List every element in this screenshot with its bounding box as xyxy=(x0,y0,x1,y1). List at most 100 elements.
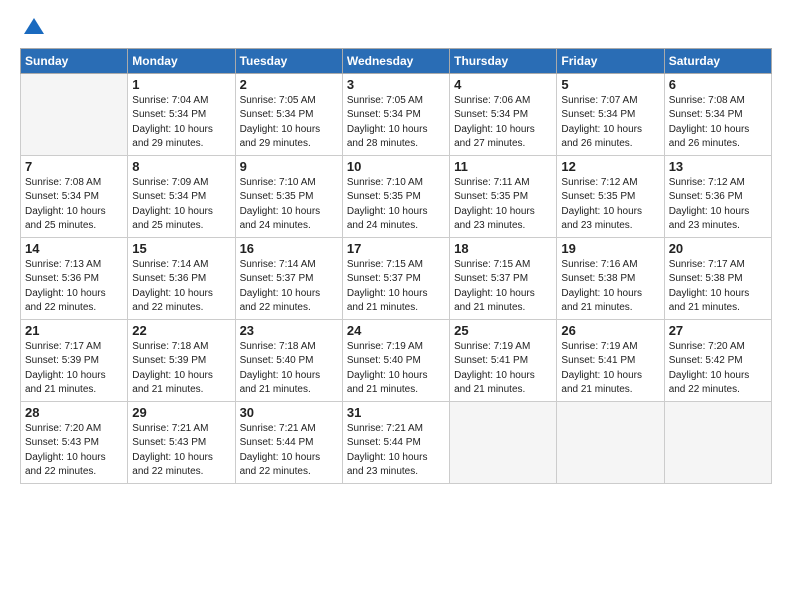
day-number: 23 xyxy=(240,323,338,338)
cell-info: Sunrise: 7:20 AMSunset: 5:42 PMDaylight:… xyxy=(669,341,750,396)
calendar-cell: 23 Sunrise: 7:18 AMSunset: 5:40 PMDaylig… xyxy=(235,319,342,401)
cell-info: Sunrise: 7:13 AMSunset: 5:36 PMDaylight:… xyxy=(25,259,106,314)
calendar-cell xyxy=(664,401,771,483)
calendar-cell: 2 Sunrise: 7:05 AMSunset: 5:34 PMDayligh… xyxy=(235,73,342,155)
calendar-week-row: 1 Sunrise: 7:04 AMSunset: 5:34 PMDayligh… xyxy=(21,73,772,155)
day-number: 7 xyxy=(25,159,123,174)
calendar-cell xyxy=(557,401,664,483)
calendar-week-row: 14 Sunrise: 7:13 AMSunset: 5:36 PMDaylig… xyxy=(21,237,772,319)
logo-icon xyxy=(22,16,46,40)
day-number: 1 xyxy=(132,77,230,92)
day-number: 18 xyxy=(454,241,552,256)
cell-info: Sunrise: 7:10 AMSunset: 5:35 PMDaylight:… xyxy=(347,177,428,232)
weekday-header-cell: Saturday xyxy=(664,48,771,73)
calendar-body: 1 Sunrise: 7:04 AMSunset: 5:34 PMDayligh… xyxy=(21,73,772,483)
cell-info: Sunrise: 7:10 AMSunset: 5:35 PMDaylight:… xyxy=(240,177,321,232)
calendar-cell: 5 Sunrise: 7:07 AMSunset: 5:34 PMDayligh… xyxy=(557,73,664,155)
cell-info: Sunrise: 7:21 AMSunset: 5:43 PMDaylight:… xyxy=(132,423,213,478)
calendar-cell: 28 Sunrise: 7:20 AMSunset: 5:43 PMDaylig… xyxy=(21,401,128,483)
calendar-cell: 4 Sunrise: 7:06 AMSunset: 5:34 PMDayligh… xyxy=(450,73,557,155)
day-number: 4 xyxy=(454,77,552,92)
weekday-header-cell: Friday xyxy=(557,48,664,73)
day-number: 17 xyxy=(347,241,445,256)
calendar-cell: 15 Sunrise: 7:14 AMSunset: 5:36 PMDaylig… xyxy=(128,237,235,319)
calendar-cell: 20 Sunrise: 7:17 AMSunset: 5:38 PMDaylig… xyxy=(664,237,771,319)
weekday-header-row: SundayMondayTuesdayWednesdayThursdayFrid… xyxy=(21,48,772,73)
logo xyxy=(20,16,46,42)
cell-info: Sunrise: 7:19 AMSunset: 5:41 PMDaylight:… xyxy=(561,341,642,396)
cell-info: Sunrise: 7:14 AMSunset: 5:36 PMDaylight:… xyxy=(132,259,213,314)
calendar-cell: 24 Sunrise: 7:19 AMSunset: 5:40 PMDaylig… xyxy=(342,319,449,401)
weekday-header-cell: Sunday xyxy=(21,48,128,73)
cell-info: Sunrise: 7:09 AMSunset: 5:34 PMDaylight:… xyxy=(132,177,213,232)
cell-info: Sunrise: 7:18 AMSunset: 5:40 PMDaylight:… xyxy=(240,341,321,396)
weekday-header-cell: Wednesday xyxy=(342,48,449,73)
calendar-cell: 7 Sunrise: 7:08 AMSunset: 5:34 PMDayligh… xyxy=(21,155,128,237)
calendar-week-row: 7 Sunrise: 7:08 AMSunset: 5:34 PMDayligh… xyxy=(21,155,772,237)
weekday-header-cell: Tuesday xyxy=(235,48,342,73)
cell-info: Sunrise: 7:08 AMSunset: 5:34 PMDaylight:… xyxy=(25,177,106,232)
cell-info: Sunrise: 7:12 AMSunset: 5:35 PMDaylight:… xyxy=(561,177,642,232)
calendar-cell: 14 Sunrise: 7:13 AMSunset: 5:36 PMDaylig… xyxy=(21,237,128,319)
calendar-cell: 3 Sunrise: 7:05 AMSunset: 5:34 PMDayligh… xyxy=(342,73,449,155)
day-number: 11 xyxy=(454,159,552,174)
cell-info: Sunrise: 7:15 AMSunset: 5:37 PMDaylight:… xyxy=(347,259,428,314)
day-number: 21 xyxy=(25,323,123,338)
day-number: 29 xyxy=(132,405,230,420)
calendar-cell: 22 Sunrise: 7:18 AMSunset: 5:39 PMDaylig… xyxy=(128,319,235,401)
calendar-cell: 21 Sunrise: 7:17 AMSunset: 5:39 PMDaylig… xyxy=(21,319,128,401)
weekday-header-cell: Monday xyxy=(128,48,235,73)
cell-info: Sunrise: 7:16 AMSunset: 5:38 PMDaylight:… xyxy=(561,259,642,314)
cell-info: Sunrise: 7:04 AMSunset: 5:34 PMDaylight:… xyxy=(132,95,213,150)
cell-info: Sunrise: 7:11 AMSunset: 5:35 PMDaylight:… xyxy=(454,177,535,232)
day-number: 31 xyxy=(347,405,445,420)
calendar-week-row: 21 Sunrise: 7:17 AMSunset: 5:39 PMDaylig… xyxy=(21,319,772,401)
cell-info: Sunrise: 7:17 AMSunset: 5:39 PMDaylight:… xyxy=(25,341,106,396)
calendar-week-row: 28 Sunrise: 7:20 AMSunset: 5:43 PMDaylig… xyxy=(21,401,772,483)
cell-info: Sunrise: 7:05 AMSunset: 5:34 PMDaylight:… xyxy=(240,95,321,150)
calendar-cell: 9 Sunrise: 7:10 AMSunset: 5:35 PMDayligh… xyxy=(235,155,342,237)
day-number: 13 xyxy=(669,159,767,174)
day-number: 12 xyxy=(561,159,659,174)
calendar-cell: 6 Sunrise: 7:08 AMSunset: 5:34 PMDayligh… xyxy=(664,73,771,155)
calendar-cell: 31 Sunrise: 7:21 AMSunset: 5:44 PMDaylig… xyxy=(342,401,449,483)
weekday-header-cell: Thursday xyxy=(450,48,557,73)
calendar-cell xyxy=(450,401,557,483)
day-number: 19 xyxy=(561,241,659,256)
calendar-cell: 25 Sunrise: 7:19 AMSunset: 5:41 PMDaylig… xyxy=(450,319,557,401)
cell-info: Sunrise: 7:21 AMSunset: 5:44 PMDaylight:… xyxy=(240,423,321,478)
calendar-cell: 17 Sunrise: 7:15 AMSunset: 5:37 PMDaylig… xyxy=(342,237,449,319)
day-number: 14 xyxy=(25,241,123,256)
calendar-cell: 29 Sunrise: 7:21 AMSunset: 5:43 PMDaylig… xyxy=(128,401,235,483)
day-number: 27 xyxy=(669,323,767,338)
header xyxy=(20,16,772,42)
day-number: 25 xyxy=(454,323,552,338)
cell-info: Sunrise: 7:19 AMSunset: 5:41 PMDaylight:… xyxy=(454,341,535,396)
calendar-cell: 19 Sunrise: 7:16 AMSunset: 5:38 PMDaylig… xyxy=(557,237,664,319)
cell-info: Sunrise: 7:15 AMSunset: 5:37 PMDaylight:… xyxy=(454,259,535,314)
calendar-container: SundayMondayTuesdayWednesdayThursdayFrid… xyxy=(0,0,792,494)
cell-info: Sunrise: 7:06 AMSunset: 5:34 PMDaylight:… xyxy=(454,95,535,150)
calendar-cell xyxy=(21,73,128,155)
calendar-cell: 8 Sunrise: 7:09 AMSunset: 5:34 PMDayligh… xyxy=(128,155,235,237)
calendar-cell: 10 Sunrise: 7:10 AMSunset: 5:35 PMDaylig… xyxy=(342,155,449,237)
day-number: 10 xyxy=(347,159,445,174)
cell-info: Sunrise: 7:08 AMSunset: 5:34 PMDaylight:… xyxy=(669,95,750,150)
calendar-cell: 13 Sunrise: 7:12 AMSunset: 5:36 PMDaylig… xyxy=(664,155,771,237)
cell-info: Sunrise: 7:05 AMSunset: 5:34 PMDaylight:… xyxy=(347,95,428,150)
calendar-cell: 26 Sunrise: 7:19 AMSunset: 5:41 PMDaylig… xyxy=(557,319,664,401)
calendar-cell: 18 Sunrise: 7:15 AMSunset: 5:37 PMDaylig… xyxy=(450,237,557,319)
day-number: 2 xyxy=(240,77,338,92)
cell-info: Sunrise: 7:17 AMSunset: 5:38 PMDaylight:… xyxy=(669,259,750,314)
day-number: 22 xyxy=(132,323,230,338)
day-number: 30 xyxy=(240,405,338,420)
cell-info: Sunrise: 7:12 AMSunset: 5:36 PMDaylight:… xyxy=(669,177,750,232)
cell-info: Sunrise: 7:18 AMSunset: 5:39 PMDaylight:… xyxy=(132,341,213,396)
calendar-cell: 27 Sunrise: 7:20 AMSunset: 5:42 PMDaylig… xyxy=(664,319,771,401)
cell-info: Sunrise: 7:20 AMSunset: 5:43 PMDaylight:… xyxy=(25,423,106,478)
cell-info: Sunrise: 7:14 AMSunset: 5:37 PMDaylight:… xyxy=(240,259,321,314)
cell-info: Sunrise: 7:19 AMSunset: 5:40 PMDaylight:… xyxy=(347,341,428,396)
calendar-table: SundayMondayTuesdayWednesdayThursdayFrid… xyxy=(20,48,772,484)
cell-info: Sunrise: 7:21 AMSunset: 5:44 PMDaylight:… xyxy=(347,423,428,478)
day-number: 3 xyxy=(347,77,445,92)
